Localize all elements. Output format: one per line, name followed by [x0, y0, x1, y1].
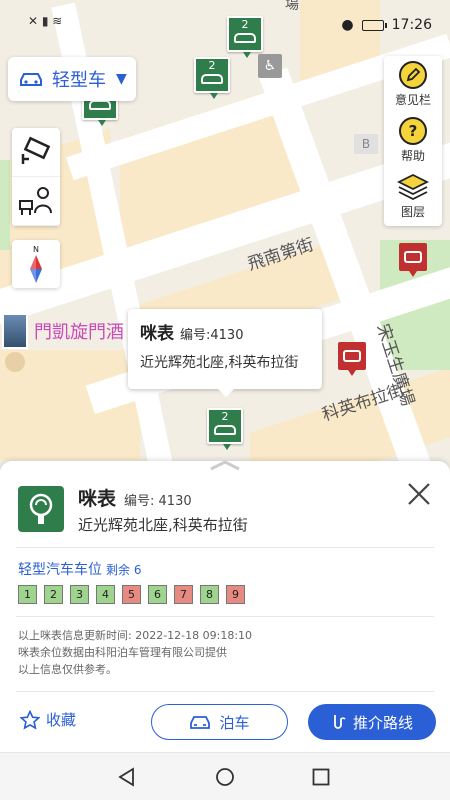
slots-remaining: 剩余 6	[106, 563, 142, 577]
chevron-down-icon: ▼	[116, 71, 127, 87]
camera-button[interactable]	[12, 128, 60, 177]
clock: 17:26	[391, 17, 432, 33]
slot-type-label: 轻型汽车车位	[18, 562, 102, 578]
sheet-code: 编号: 4130	[124, 494, 192, 509]
sheet-address: 近光辉苑北座,科英布拉街	[78, 516, 248, 534]
favorite-label: 收藏	[46, 711, 77, 729]
star-icon	[20, 709, 40, 730]
svg-text:N: N	[33, 245, 39, 254]
parking-slot-occupied: 9	[226, 585, 245, 604]
divider	[16, 547, 434, 548]
car-icon	[20, 73, 42, 86]
parking-slot-free: 2	[44, 585, 63, 604]
parking-count: 2	[208, 59, 216, 72]
right-toolbar: 意见栏 ? 帮助 图层	[384, 56, 442, 226]
divider	[16, 616, 434, 617]
bus-icon	[343, 350, 361, 362]
parking-meter-icon	[18, 486, 64, 532]
car-icon	[201, 74, 223, 84]
slot-grid: 123456789	[18, 585, 245, 604]
parking-slot-free: 1	[18, 585, 37, 604]
parking-slot-free: 8	[200, 585, 219, 604]
parking-slot-occupied: 5	[122, 585, 141, 604]
recommend-route-button[interactable]: 推介路线	[308, 704, 436, 740]
hotel-label: 門凱旋門酒	[34, 322, 124, 343]
layers-icon	[397, 173, 429, 200]
route-icon	[334, 715, 346, 729]
parking-meter-marker[interactable]: 2	[194, 57, 230, 99]
meter-callout[interactable]: 咪表 编号:4130 近光辉苑北座,科英布拉街	[128, 309, 322, 397]
status-bar: ✕ ▮ ≋ ● 17:26	[0, 0, 450, 48]
vehicle-type-label: 轻型车	[52, 70, 106, 91]
sheet-handle-icon[interactable]	[209, 459, 241, 471]
home-icon[interactable]	[215, 767, 235, 787]
map-park	[0, 160, 10, 250]
help-label: 帮助	[400, 148, 425, 163]
parking-attendant-icon	[19, 187, 52, 215]
parking-slot-free: 3	[70, 585, 89, 604]
hotel-image-icon[interactable]	[2, 313, 28, 349]
back-icon[interactable]	[117, 767, 137, 787]
parking-attendant-button[interactable]	[12, 177, 60, 226]
callout-code: 编号:4130	[180, 328, 244, 343]
disabled-parking-marker[interactable]: ♿	[258, 54, 282, 78]
route-label: 推介路线	[352, 713, 413, 732]
info-line: 以上咪表信息更新时间: 2022-12-18 09:18:10	[18, 629, 253, 642]
info-line: 咪表余位数据由科阳泊车管理有限公司提供	[18, 646, 227, 659]
battery-icon	[361, 19, 387, 31]
location-icon: ●	[341, 17, 354, 33]
callout-address: 近光辉苑北座,科英布拉街	[140, 355, 299, 371]
recents-icon[interactable]	[312, 768, 330, 786]
divider	[16, 691, 434, 692]
help-button[interactable]: ? 帮助	[384, 112, 442, 168]
slot-section-title: 轻型汽车车位 剩余 6	[18, 559, 141, 579]
meter-detail-sheet: 咪表 编号: 4130 近光辉苑北座,科英布拉街 轻型汽车车位 剩余 6 1234…	[0, 459, 450, 752]
parking-meter-marker-selected[interactable]: 2	[207, 408, 243, 450]
compass-icon: N	[30, 245, 42, 283]
signal-icons: ✕ ▮ ≋	[28, 14, 63, 28]
bus-stop-marker[interactable]	[338, 342, 366, 376]
callout-title: 咪表	[140, 324, 174, 344]
park-label: 泊车	[219, 713, 250, 732]
location-dot	[5, 352, 25, 372]
left-toolbar	[12, 128, 60, 226]
car-icon	[214, 425, 236, 435]
close-icon[interactable]	[406, 481, 432, 507]
help-icon: ?	[399, 116, 427, 145]
info-text: 以上咪表信息更新时间: 2022-12-18 09:18:10 咪表余位数据由科…	[18, 627, 252, 678]
park-button[interactable]: 泊车	[151, 704, 288, 740]
pencil-icon	[399, 60, 427, 89]
parking-slot-free: 4	[96, 585, 115, 604]
layers-label: 图层	[400, 204, 425, 219]
car-icon	[190, 716, 211, 729]
bus-icon	[404, 251, 422, 263]
parking-slot-free: 6	[148, 585, 167, 604]
feedback-label: 意见栏	[394, 92, 431, 107]
sheet-title: 咪表	[78, 488, 117, 510]
layers-button[interactable]: 图层	[384, 168, 442, 224]
bus-stop-marker[interactable]	[399, 243, 427, 277]
cctv-camera-icon	[21, 136, 51, 164]
car-icon	[89, 100, 111, 110]
feedback-button[interactable]: 意见栏	[384, 56, 442, 112]
compass-button[interactable]: N	[12, 240, 60, 288]
info-line: 以上信息仅供参考。	[18, 663, 117, 676]
favorite-button[interactable]: 收藏	[20, 709, 76, 730]
building-b-marker[interactable]: B	[354, 134, 378, 154]
system-nav-bar	[0, 752, 450, 800]
parking-count: 2	[221, 410, 229, 423]
vehicle-type-select[interactable]: 轻型车 ▼	[8, 57, 136, 101]
parking-slot-occupied: 7	[174, 585, 193, 604]
